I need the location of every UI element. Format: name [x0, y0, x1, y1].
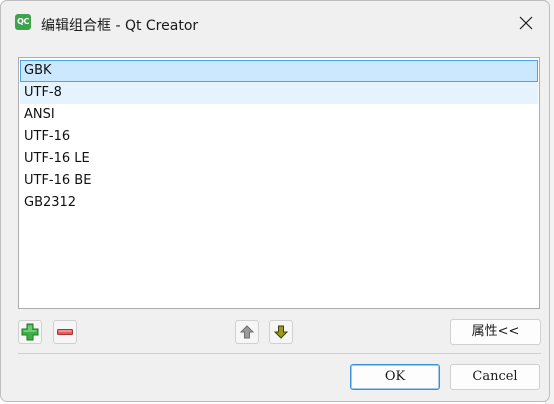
- list-item-utf-16-le[interactable]: UTF-16 LE: [20, 148, 538, 170]
- list-item-utf-16[interactable]: UTF-16: [20, 126, 538, 148]
- ok-button[interactable]: OK: [350, 364, 440, 390]
- qt-creator-icon: QC: [15, 14, 31, 30]
- properties-toggle-button[interactable]: 属性<<: [450, 319, 541, 345]
- minus-icon: [57, 329, 73, 335]
- separator-line: [18, 353, 541, 354]
- window-title: 编辑组合框 - Qt Creator: [41, 18, 199, 34]
- move-up-button[interactable]: [235, 320, 259, 344]
- list-item-utf-16-be[interactable]: UTF-16 BE: [20, 170, 538, 192]
- list-item-ansi[interactable]: ANSI: [20, 104, 538, 126]
- arrow-down-icon: [273, 325, 289, 339]
- arrow-up-icon: [239, 325, 255, 339]
- list-item-gbk[interactable]: GBK: [20, 60, 538, 82]
- close-icon: [519, 16, 533, 30]
- close-button[interactable]: [509, 7, 543, 39]
- move-down-button[interactable]: [269, 320, 293, 344]
- list-item-gb2312[interactable]: GB2312: [20, 192, 538, 214]
- list-item-utf-8[interactable]: UTF-8: [20, 82, 538, 104]
- edit-combobox-dialog: QC 编辑组合框 - Qt Creator GBK UTF-8 ANSI UTF…: [0, 0, 550, 402]
- title-bar: QC 编辑组合框 - Qt Creator: [1, 1, 549, 45]
- add-item-button[interactable]: [18, 320, 42, 344]
- cancel-button[interactable]: Cancel: [450, 364, 540, 390]
- remove-item-button[interactable]: [53, 320, 77, 344]
- items-list[interactable]: GBK UTF-8 ANSI UTF-16 UTF-16 LE UTF-16 B…: [18, 57, 540, 309]
- plus-icon: [21, 323, 39, 341]
